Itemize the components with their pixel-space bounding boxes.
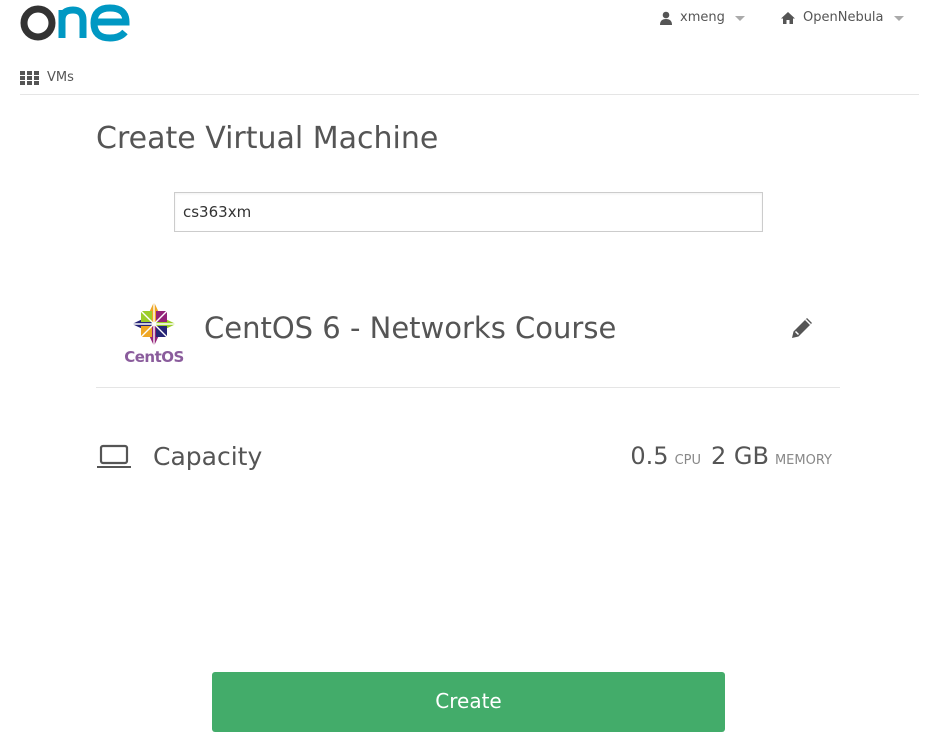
create-button[interactable]: Create: [212, 672, 725, 732]
centos-logo: CentOS: [122, 300, 186, 370]
vm-name-input[interactable]: [174, 192, 763, 232]
zone-menu[interactable]: OpenNebula: [780, 10, 904, 25]
grid-icon: [20, 70, 39, 85]
centos-logo-text: CentOS: [124, 348, 184, 366]
zone-name: OpenNebula: [803, 10, 884, 25]
pencil-icon[interactable]: [788, 314, 816, 342]
chevron-down-icon: [734, 16, 745, 21]
user-menu[interactable]: xmeng: [659, 10, 745, 25]
chevron-down-icon: [893, 16, 904, 21]
laptop-icon: [97, 444, 131, 468]
user-name: xmeng: [680, 10, 725, 25]
nav-item-vms[interactable]: VMs: [20, 70, 74, 85]
opennebula-one-logo-icon: [20, 4, 130, 42]
cpu-unit: CPU: [674, 453, 701, 468]
user-icon: [660, 11, 672, 25]
opennebula-logo[interactable]: [20, 0, 134, 44]
capacity-values: 0.5 CPU 2 GB MEMORY: [630, 442, 832, 470]
page-title: Create Virtual Machine: [96, 121, 439, 156]
template-row: CentOS CentOS 6 - Networks Course: [96, 292, 840, 388]
capacity-row: Capacity 0.5 CPU 2 GB MEMORY: [96, 436, 840, 480]
header: xmeng OpenNebula: [0, 0, 929, 50]
capacity-label: Capacity: [153, 442, 263, 471]
home-icon: [781, 11, 795, 24]
memory-unit: MEMORY: [774, 453, 832, 468]
template-name: CentOS 6 - Networks Course: [204, 311, 617, 345]
top-nav: VMs: [20, 68, 919, 95]
cpu-value: 0.5: [630, 442, 669, 470]
memory-value: 2 GB: [711, 442, 769, 470]
centos-logo-icon: [132, 302, 176, 346]
nav-item-vms-label: VMs: [47, 70, 74, 85]
